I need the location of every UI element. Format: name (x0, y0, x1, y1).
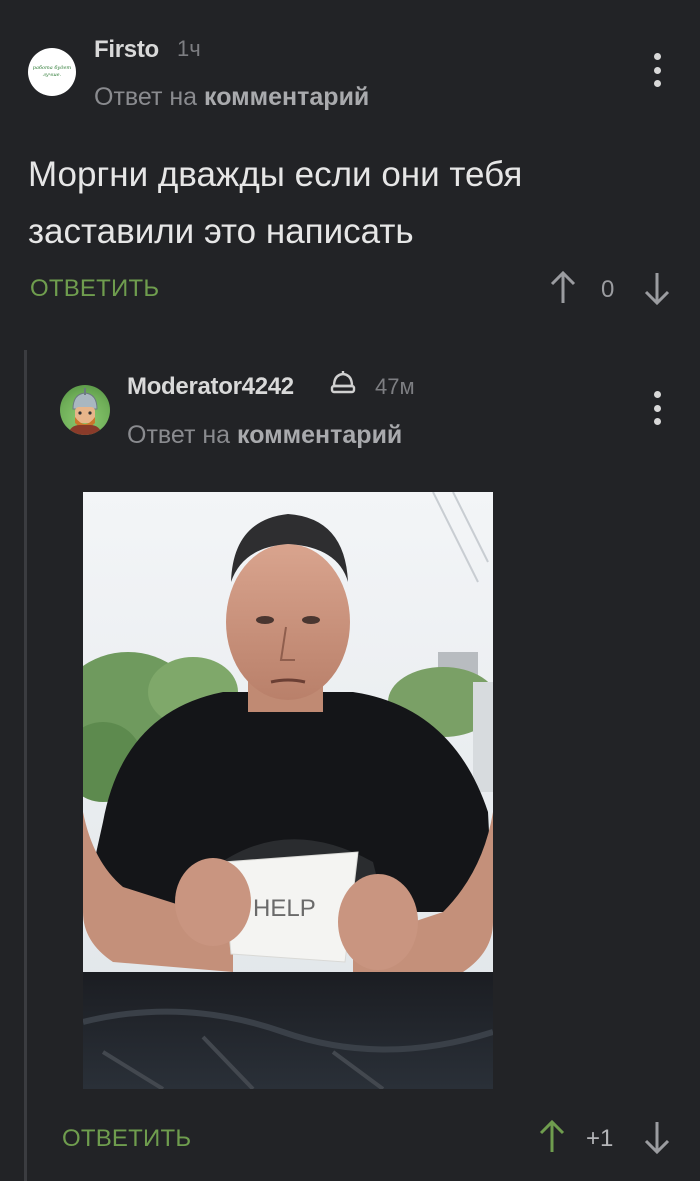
comment-username[interactable]: Moderator4242 (127, 373, 294, 401)
moderator-helmet-icon (329, 369, 357, 397)
avatar-text-line: работа будет (32, 65, 72, 71)
arrow-down-icon[interactable] (643, 1119, 671, 1155)
thread-line[interactable] (24, 350, 27, 1181)
more-vertical-icon[interactable] (650, 391, 664, 425)
vote-count: 0 (601, 276, 615, 303)
comment-text-line: заставили это написать (28, 212, 414, 251)
reply-button[interactable]: ОТВЕТИТЬ (62, 1125, 191, 1153)
avatar[interactable]: работа будет лучше. (28, 48, 76, 96)
reply-to-link[interactable]: комментарий (237, 421, 402, 449)
attached-image[interactable]: HELP (83, 492, 493, 1089)
reply-to-line: Ответ на комментарий (127, 421, 402, 450)
reply-to-prefix: Ответ на (94, 83, 198, 111)
reply-to-link[interactable]: комментарий (204, 83, 369, 111)
arrow-up-icon[interactable] (538, 1119, 566, 1155)
vote-count: +1 (586, 1125, 614, 1152)
avatar[interactable] (60, 385, 110, 435)
arrow-down-icon[interactable] (643, 270, 671, 306)
comment-time: 1ч (177, 36, 201, 61)
avatar-text-line: лучше. (42, 72, 62, 78)
more-vertical-icon[interactable] (650, 53, 664, 87)
arrow-up-icon[interactable] (549, 270, 577, 306)
comment-time: 47м (375, 374, 415, 399)
reply-to-line: Ответ на комментарий (94, 83, 369, 112)
comment-text: Моргни дважды если они тебя заставили эт… (28, 146, 668, 260)
reply-to-prefix: Ответ на (127, 421, 231, 449)
comment-username[interactable]: Firsto (94, 36, 159, 64)
reply-button[interactable]: ОТВЕТИТЬ (30, 275, 159, 303)
paper-text: HELP (253, 895, 316, 922)
comment-text-line: Моргни дважды если они тебя (28, 155, 523, 194)
